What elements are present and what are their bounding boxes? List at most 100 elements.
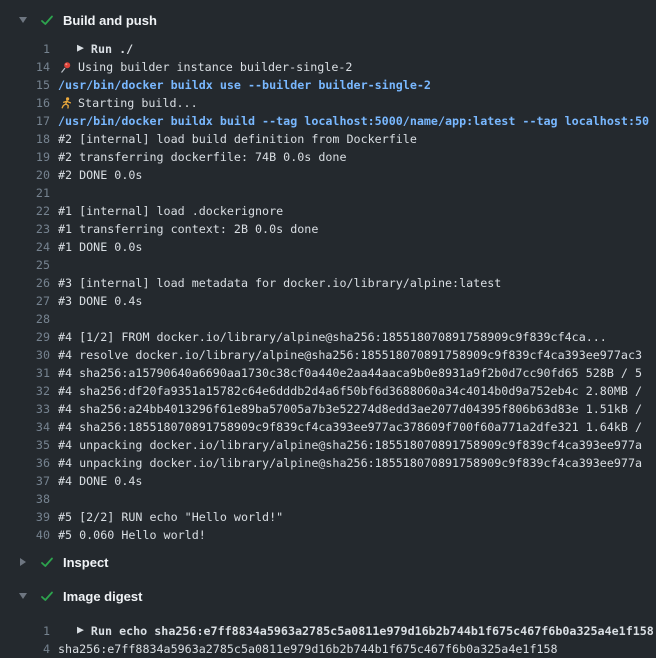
log-text bbox=[58, 184, 656, 202]
line-number[interactable]: 27 bbox=[0, 292, 50, 310]
play-icon[interactable]: ▶ bbox=[77, 622, 84, 640]
log-text: #4 unpacking docker.io/library/alpine@sh… bbox=[58, 436, 656, 454]
line-number[interactable]: 26 bbox=[0, 274, 50, 292]
check-success-icon bbox=[40, 555, 54, 569]
line-number[interactable]: 31 bbox=[0, 364, 50, 382]
log-message: #4 [1/2] FROM docker.io/library/alpine@s… bbox=[58, 328, 607, 346]
log-message: /usr/bin/docker buildx build --tag local… bbox=[58, 112, 649, 130]
line-number[interactable]: 19 bbox=[0, 148, 50, 166]
log-text: #1 DONE 0.0s bbox=[58, 238, 656, 256]
line-number[interactable]: 17 bbox=[0, 112, 50, 130]
log-text: #1 transferring context: 2B 0.0s done bbox=[58, 220, 656, 238]
log-text: #2 DONE 0.0s bbox=[58, 166, 656, 184]
log-message: #4 DONE 0.4s bbox=[58, 472, 142, 490]
line-number[interactable]: 36 bbox=[0, 454, 50, 472]
log-text: /usr/bin/docker buildx use --builder bui… bbox=[58, 76, 656, 94]
log-line: 15/usr/bin/docker buildx use --builder b… bbox=[0, 76, 656, 94]
line-number[interactable]: 37 bbox=[0, 472, 50, 490]
log-text: Using builder instance builder-single-2 bbox=[58, 58, 656, 76]
log-text: Starting build... bbox=[58, 94, 656, 112]
line-number[interactable]: 30 bbox=[0, 346, 50, 364]
section-header-inspect[interactable]: Inspect bbox=[0, 552, 656, 572]
runner-icon bbox=[60, 97, 72, 109]
log-message: #1 [internal] load .dockerignore bbox=[58, 202, 283, 220]
log-line: 32 #4 sha256:df20fa9351a15782c64e6dddb2d4… bbox=[0, 382, 656, 400]
section-title: Image digest bbox=[63, 589, 142, 604]
chevron-down-icon[interactable] bbox=[18, 593, 28, 599]
log-line: 1 ▶Run ./ bbox=[0, 40, 656, 58]
log-line: 26#3 [internal] load metadata for docker… bbox=[0, 274, 656, 292]
line-number[interactable]: 23 bbox=[0, 220, 50, 238]
log-line: 23 #1 transferring context: 2B 0.0s done bbox=[0, 220, 656, 238]
line-number[interactable]: 29 bbox=[0, 328, 50, 346]
log-line: 36 #4 unpacking docker.io/library/alpine@… bbox=[0, 454, 656, 472]
log-lines: 1 ▶Run ./ 14 Using builder instance builder… bbox=[0, 40, 656, 544]
section-header-build-and-push[interactable]: Build and push bbox=[0, 10, 656, 30]
log-message: #2 DONE 0.0s bbox=[58, 166, 142, 184]
line-number[interactable]: 15 bbox=[0, 76, 50, 94]
log-message: Run echo sha256:e7ff8834a5963a2785c5a081… bbox=[91, 622, 654, 640]
log-message: #4 resolve docker.io/library/alpine@sha2… bbox=[58, 346, 642, 364]
line-number[interactable]: 18 bbox=[0, 130, 50, 148]
log-text: /usr/bin/docker buildx build --tag local… bbox=[58, 112, 656, 130]
workflow-log-viewer: Build and push1▶Run ./14Using builder in… bbox=[0, 0, 656, 658]
log-message: #1 transferring context: 2B 0.0s done bbox=[58, 220, 318, 238]
play-icon[interactable]: ▶ bbox=[77, 40, 84, 58]
log-text: #5 [2/2] RUN echo "Hello world!" bbox=[58, 508, 656, 526]
line-number[interactable]: 38 bbox=[0, 490, 50, 508]
log-message: #4 sha256:a24bb4013296f61e89ba57005a7b3e… bbox=[58, 400, 642, 418]
pushpin-icon bbox=[60, 61, 72, 73]
line-number[interactable]: 35 bbox=[0, 436, 50, 454]
check-success-icon bbox=[40, 13, 54, 27]
section-header-image-digest[interactable]: Image digest bbox=[0, 586, 656, 606]
log-message: #2 [internal] load build definition from… bbox=[58, 130, 417, 148]
chevron-down-icon[interactable] bbox=[18, 17, 28, 23]
line-number[interactable]: 39 bbox=[0, 508, 50, 526]
log-message: #5 [2/2] RUN echo "Hello world!" bbox=[58, 508, 283, 526]
line-number[interactable]: 33 bbox=[0, 400, 50, 418]
log-message: #4 unpacking docker.io/library/alpine@sh… bbox=[58, 436, 642, 454]
log-line: 17/usr/bin/docker buildx build --tag loc… bbox=[0, 112, 656, 130]
log-lines: 1 ▶ Run echo sha256:e7ff8834a5963a2785c5a0… bbox=[0, 622, 656, 658]
section-title: Inspect bbox=[63, 555, 109, 570]
log-message: #4 sha256:df20fa9351a15782c64e6dddb2d4a6… bbox=[58, 382, 642, 400]
log-line: 30 #4 resolve docker.io/library/alpine@sh… bbox=[0, 346, 656, 364]
log-section-inspect: Inspect bbox=[0, 552, 656, 572]
log-line: 39 #5 [2/2] RUN echo "Hello world!" bbox=[0, 508, 656, 526]
log-text: #2 transferring dockerfile: 74B 0.0s don… bbox=[58, 148, 656, 166]
line-number[interactable]: 22 bbox=[0, 202, 50, 220]
line-number[interactable]: 40 bbox=[0, 526, 50, 544]
log-line: 22 #1 [internal] load .dockerignore bbox=[0, 202, 656, 220]
log-text: ▶ Run echo sha256:e7ff8834a5963a2785c5a08… bbox=[58, 622, 656, 640]
log-line: 34#4 sha256:185518070891758909c9f839cf4c… bbox=[0, 418, 656, 436]
line-number[interactable]: 32 bbox=[0, 382, 50, 400]
log-message: sha256:e7ff8834a5963a2785c5a0811e979d16b… bbox=[58, 640, 558, 658]
log-section-image-digest: Image digest 1 ▶ Run echo sha256:e7ff8834a5… bbox=[0, 586, 656, 658]
line-number[interactable]: 4 bbox=[0, 640, 50, 658]
line-number[interactable]: 20 bbox=[0, 166, 50, 184]
chevron-right-icon[interactable] bbox=[18, 558, 28, 566]
check-success-icon bbox=[40, 589, 54, 603]
line-number[interactable]: 1 bbox=[0, 622, 50, 640]
line-number[interactable]: 1 bbox=[0, 40, 50, 58]
log-line: 40#5 0.060 Hello world! bbox=[0, 526, 656, 544]
log-text: #2 [internal] load build definition from… bbox=[58, 130, 656, 148]
line-number[interactable]: 25 bbox=[0, 256, 50, 274]
log-line: 19 #2 transferring dockerfile: 74B 0.0s d… bbox=[0, 148, 656, 166]
line-number[interactable]: 14 bbox=[0, 58, 50, 76]
log-line: 24 #1 DONE 0.0s bbox=[0, 238, 656, 256]
line-number[interactable]: 21 bbox=[0, 184, 50, 202]
log-message: #2 transferring dockerfile: 74B 0.0s don… bbox=[58, 148, 347, 166]
line-number[interactable]: 24 bbox=[0, 238, 50, 256]
log-message: #3 DONE 0.4s bbox=[58, 292, 142, 310]
log-text: #4 resolve docker.io/library/alpine@sha2… bbox=[58, 346, 656, 364]
log-text: #4 unpacking docker.io/library/alpine@sh… bbox=[58, 454, 656, 472]
log-text: ▶Run ./ bbox=[58, 40, 656, 58]
log-line: 21 bbox=[0, 184, 656, 202]
log-line: 31#4 sha256:a15790640a6690aa1730c38cf0a4… bbox=[0, 364, 656, 382]
line-number[interactable]: 28 bbox=[0, 310, 50, 328]
log-text: #4 DONE 0.4s bbox=[58, 472, 656, 490]
log-line: 16 Starting build... bbox=[0, 94, 656, 112]
line-number[interactable]: 16 bbox=[0, 94, 50, 112]
line-number[interactable]: 34 bbox=[0, 418, 50, 436]
